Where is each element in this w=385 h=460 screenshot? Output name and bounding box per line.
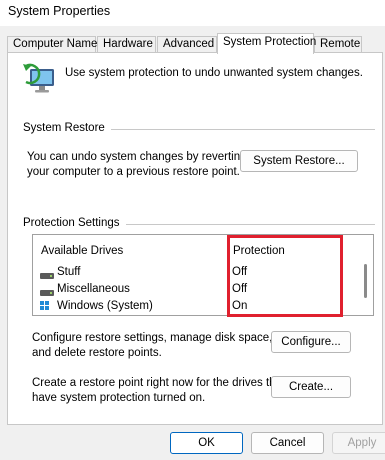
dialog-footer: OK Cancel Apply — [0, 425, 385, 460]
windows-drive-icon — [40, 301, 50, 311]
ok-button[interactable]: OK — [170, 432, 243, 454]
list-scrollbar[interactable] — [359, 235, 373, 315]
intro-text: Use system protection to undo unwanted s… — [65, 67, 363, 79]
tab-system-protection[interactable]: System Protection — [217, 33, 316, 54]
system-restore-heading: System Restore — [23, 122, 111, 134]
drive-icon — [40, 270, 54, 279]
create-description: Create a restore point right now for the… — [32, 377, 286, 404]
drive-protection-status: Off — [232, 283, 248, 295]
configure-description: Configure restore settings, manage disk … — [32, 332, 273, 359]
apply-button[interactable]: Apply — [332, 432, 385, 454]
computer-restore-icon — [23, 63, 59, 97]
tab-remote[interactable]: Remote — [314, 36, 362, 53]
drive-icon — [40, 287, 54, 296]
tab-computer-name[interactable]: Computer Name — [7, 36, 97, 53]
window-title: System Properties — [8, 4, 111, 18]
system-restore-description: You can undo system changes by reverting… — [27, 151, 247, 178]
drive-name[interactable]: Miscellaneous — [57, 283, 130, 295]
column-header-drives[interactable]: Available Drives — [41, 245, 123, 257]
column-header-protection[interactable]: Protection — [233, 245, 285, 257]
drive-protection-status: On — [232, 300, 248, 312]
title-bar: System Properties — [0, 0, 385, 26]
scrollbar-thumb[interactable] — [364, 264, 367, 298]
drive-name[interactable]: Windows (System) — [57, 300, 153, 312]
tab-hardware[interactable]: Hardware — [97, 36, 156, 53]
protection-drives-list[interactable]: Available Drives Protection Stuff Off Mi… — [32, 234, 374, 316]
protection-settings-heading: Protection Settings — [23, 217, 126, 229]
system-restore-button[interactable]: System Restore... — [240, 150, 358, 172]
cancel-button[interactable]: Cancel — [251, 432, 324, 454]
tab-advanced[interactable]: Advanced — [157, 36, 217, 53]
tab-strip: Computer Name Hardware Advanced System P… — [0, 33, 385, 54]
drive-protection-status: Off — [232, 266, 248, 278]
drive-name[interactable]: Stuff — [57, 266, 80, 278]
create-button[interactable]: Create... — [271, 376, 351, 398]
configure-button[interactable]: Configure... — [271, 331, 351, 353]
